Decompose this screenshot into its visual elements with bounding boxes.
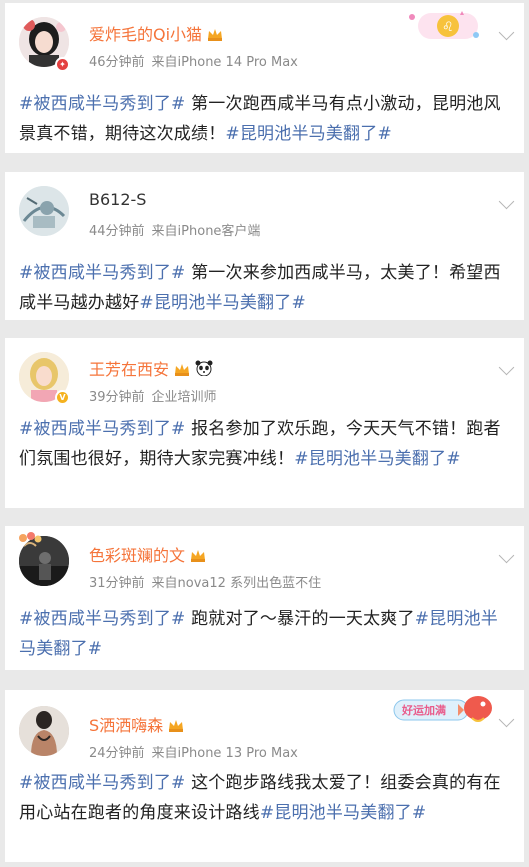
post-content: #被西咸半马秀到了# 跑就对了～暴汗的一天太爽了#昆明池半马美翻了# — [19, 609, 498, 659]
crown-icon — [169, 720, 184, 732]
hashtag-link[interactable]: #被西咸半马秀到了# — [19, 773, 186, 793]
hashtag-link[interactable]: #被西咸半马秀到了# — [19, 419, 186, 439]
post-card[interactable]: V 王芳在西安 39分钟前 企业培训师 #被西咸半马秀到了# 报名参加了欢乐跑，今… — [5, 338, 524, 508]
username[interactable]: B612-S — [89, 190, 146, 209]
post-content: #被西咸半马秀到了# 第一次跑西咸半马有点小激动，昆明池风景真不错，期待这次成绩… — [19, 94, 501, 144]
post-meta: 44分钟前 来自iPhone客户端 — [89, 224, 261, 239]
good-luck-badge-text: 好运加满 — [402, 704, 446, 717]
username[interactable]: S洒洒嗨森 — [89, 712, 184, 736]
post-meta: 24分钟前 来自iPhone 13 Pro Max — [89, 746, 298, 761]
more-options-chevron-icon[interactable] — [498, 359, 515, 376]
post-card[interactable]: B612-S 44分钟前 来自iPhone客户端 #被西咸半马秀到了# 第一次来参… — [5, 172, 524, 320]
post-meta: 46分钟前 来自iPhone 14 Pro Max — [89, 55, 298, 70]
avatar[interactable] — [19, 706, 69, 756]
crown-icon — [208, 29, 223, 41]
hashtag-link[interactable]: #昆明池半马美翻了# — [139, 293, 306, 313]
svg-text:♌: ♌ — [442, 20, 454, 35]
post-card[interactable]: 色彩斑斓的文 31分钟前 来自nova12 系列出色蓝不住 #被西咸半马秀到了# … — [5, 526, 524, 670]
panda-icon — [195, 360, 213, 376]
more-options-chevron-icon[interactable] — [498, 547, 515, 564]
crown-icon — [175, 364, 190, 376]
hashtag-link[interactable]: #被西咸半马秀到了# — [19, 609, 186, 629]
post-card[interactable]: ✦ 爱炸毛的Qi小猫 46分钟前 来自iPhone 14 Pro Max ♌ #被… — [5, 3, 524, 153]
username[interactable]: 色彩斑斓的文 — [89, 542, 206, 566]
hashtag-link[interactable]: #昆明池半马美翻了# — [294, 449, 461, 469]
crown-icon — [191, 550, 206, 562]
post-meta: 39分钟前 企业培训师 — [89, 390, 217, 405]
post-content: #被西咸半马秀到了# 这个跑步路线我太爱了！组委会真的有在用心站在跑者的角度来设… — [19, 773, 501, 823]
hashtag-link[interactable]: #昆明池半马美翻了# — [260, 803, 427, 823]
hashtag-link[interactable]: #被西咸半马秀到了# — [19, 263, 186, 283]
flower-decoration-icon — [17, 530, 43, 552]
hashtag-link[interactable]: #被西咸半马秀到了# — [19, 94, 186, 114]
verified-badge-icon: V — [55, 390, 70, 405]
username[interactable]: 爱炸毛的Qi小猫 — [89, 21, 223, 45]
more-options-chevron-icon[interactable] — [498, 711, 515, 728]
more-options-chevron-icon[interactable] — [498, 193, 515, 210]
username[interactable]: 王芳在西安 — [89, 356, 213, 380]
post-content: #被西咸半马秀到了# 第一次来参加西咸半马，太美了！希望西咸半马越办越好#昆明池… — [19, 263, 501, 313]
zodiac-leo-decoration-icon: ♌ — [404, 9, 484, 45]
more-options-chevron-icon[interactable] — [498, 24, 515, 41]
post-meta: 31分钟前 来自nova12 系列出色蓝不住 — [89, 576, 322, 591]
verified-badge-icon: ✦ — [55, 57, 70, 72]
post-card[interactable]: S洒洒嗨森 24分钟前 来自iPhone 13 Pro Max 好运加满 #被西咸… — [5, 690, 524, 862]
avatar[interactable] — [19, 186, 69, 236]
hashtag-link[interactable]: #昆明池半马美翻了# — [225, 124, 392, 144]
post-content: #被西咸半马秀到了# 报名参加了欢乐跑，今天天气不错！跑者们氛围也很好，期待大家… — [19, 419, 501, 469]
good-luck-badge: 好运加满 — [392, 692, 496, 728]
